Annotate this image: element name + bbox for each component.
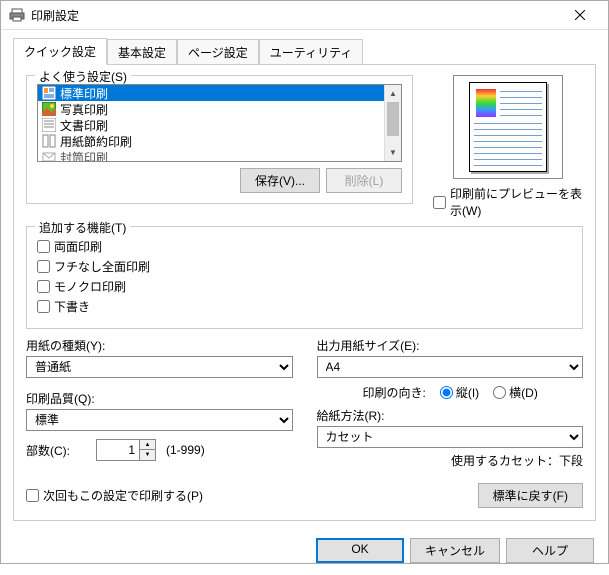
cassette-info: 使用するカセット：下段: [317, 452, 584, 469]
help-button[interactable]: ヘルプ: [506, 538, 594, 563]
copies-down-button[interactable]: ▼: [140, 450, 155, 460]
preset-label: 標準印刷: [60, 85, 108, 102]
outputsize-select[interactable]: A4: [317, 356, 584, 378]
scroll-thumb[interactable]: [387, 102, 399, 136]
show-preview-input[interactable]: [433, 196, 446, 209]
scroll-down-icon[interactable]: ▼: [385, 144, 401, 161]
copies-range: (1-999): [166, 443, 205, 457]
preset-item-standard[interactable]: 標準印刷: [38, 85, 384, 101]
presets-scrollbar[interactable]: ▲ ▼: [384, 85, 401, 161]
preset-item-papersave[interactable]: 用紙節約印刷: [38, 133, 384, 149]
cancel-button[interactable]: キャンセル: [410, 538, 500, 563]
preset-item-photo[interactable]: 写真印刷: [38, 101, 384, 117]
feature-draft[interactable]: 下書き: [37, 298, 572, 315]
page-preview: [453, 75, 563, 179]
photo-icon: [42, 102, 56, 116]
outputsize-label: 出力用紙サイズ(E):: [317, 337, 584, 354]
ok-button[interactable]: OK: [316, 538, 404, 563]
delete-preset-button: 削除(L): [326, 168, 402, 193]
show-preview-label: 印刷前にプレビューを表示(W): [450, 185, 583, 219]
copies-up-button[interactable]: ▲: [140, 440, 155, 450]
save-preset-button[interactable]: 保存(V)...: [240, 168, 320, 193]
preset-label: 用紙節約印刷: [60, 133, 132, 150]
features-legend: 追加する機能(T): [35, 219, 130, 236]
scroll-up-icon[interactable]: ▲: [385, 85, 401, 102]
copies-input[interactable]: [97, 440, 139, 460]
feature-monochrome[interactable]: モノクロ印刷: [37, 278, 572, 295]
close-button[interactable]: [560, 1, 600, 29]
preset-label: 文書印刷: [60, 117, 108, 134]
close-icon: [575, 10, 585, 20]
papersave-icon: [42, 134, 56, 148]
tab-basic[interactable]: 基本設定: [107, 39, 177, 66]
orientation-label: 印刷の向き:: [363, 384, 426, 401]
document-icon: [42, 118, 56, 132]
source-select[interactable]: カセット: [317, 426, 584, 448]
remember-checkbox[interactable]: 次回もこの設定で印刷する(P): [26, 487, 203, 504]
window-title: 印刷設定: [31, 7, 560, 24]
dialog-buttons: OK キャンセル ヘルプ: [1, 530, 608, 575]
feature-duplex[interactable]: 両面印刷: [37, 238, 572, 255]
media-select[interactable]: 普通紙: [26, 356, 293, 378]
reset-defaults-button[interactable]: 標準に戻す(F): [478, 483, 583, 508]
orientation-portrait[interactable]: 縦(I): [440, 384, 479, 401]
remember-label: 次回もこの設定で印刷する(P): [43, 487, 203, 504]
tab-page[interactable]: ページ設定: [177, 39, 259, 66]
presets-fieldset: よく使う設定(S) 標準印刷 写真印刷: [26, 75, 413, 204]
features-fieldset: 追加する機能(T) 両面印刷 フチなし全面印刷 モノクロ印刷 下書き: [26, 226, 583, 329]
tab-utility[interactable]: ユーティリティ: [259, 39, 364, 66]
preset-label: 写真印刷: [60, 101, 108, 118]
tab-panel-quick: よく使う設定(S) 標準印刷 写真印刷: [13, 64, 596, 521]
tab-quick[interactable]: クイック設定: [13, 38, 107, 65]
preview-color-swatch: [476, 89, 496, 117]
quality-select[interactable]: 標準: [26, 409, 293, 431]
media-label: 用紙の種類(Y):: [26, 337, 293, 354]
quality-label: 印刷品質(Q):: [26, 390, 293, 407]
copies-spinner[interactable]: ▲ ▼: [96, 439, 156, 461]
preset-label: 封筒印刷: [60, 149, 108, 163]
envelope-icon: [42, 150, 56, 162]
copies-label: 部数(C):: [26, 442, 86, 459]
page-color-icon: [42, 86, 56, 100]
source-label: 給紙方法(R):: [317, 407, 584, 424]
feature-borderless[interactable]: フチなし全面印刷: [37, 258, 572, 275]
presets-legend: よく使う設定(S): [35, 68, 131, 85]
titlebar: 印刷設定: [1, 1, 608, 30]
presets-listbox[interactable]: 標準印刷 写真印刷 文書印刷: [37, 84, 402, 162]
show-preview-checkbox[interactable]: 印刷前にプレビューを表示(W): [433, 185, 583, 219]
orientation-landscape[interactable]: 横(D): [493, 384, 538, 401]
preset-item-envelope[interactable]: 封筒印刷: [38, 149, 384, 162]
print-settings-window: 印刷設定 クイック設定 基本設定 ページ設定 ユーティリティ よく使う設定(S)…: [0, 0, 609, 564]
preset-item-document[interactable]: 文書印刷: [38, 117, 384, 133]
printer-icon: [9, 7, 25, 23]
tab-bar: クイック設定 基本設定 ページ設定 ユーティリティ: [1, 30, 608, 65]
